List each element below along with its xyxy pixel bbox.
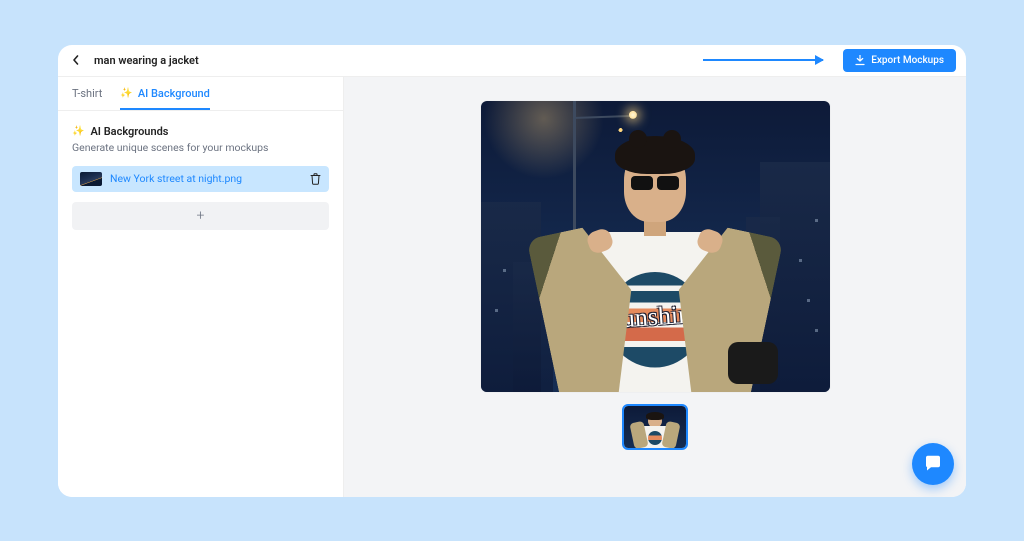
sparkles-icon: ✨ [120, 88, 132, 99]
sidebar: T-shirt ✨ AI Background ✨ AI Backgrounds… [58, 77, 344, 497]
export-mockups-button[interactable]: Export Mockups [843, 49, 956, 72]
ai-backgrounds-panel: ✨ AI Backgrounds Generate unique scenes … [58, 111, 343, 244]
export-label: Export Mockups [871, 55, 944, 66]
app-window: man wearing a jacket Export Mockups T-sh… [58, 45, 966, 497]
mockup-thumbnail[interactable] [624, 406, 686, 448]
chat-fab-button[interactable] [912, 443, 954, 485]
background-file-item[interactable]: New York street at night.png [72, 166, 329, 192]
app-body: T-shirt ✨ AI Background ✨ AI Backgrounds… [58, 77, 966, 497]
mockup-preview[interactable]: Sunshine [481, 101, 830, 392]
download-icon [855, 55, 865, 66]
back-button[interactable] [68, 52, 84, 68]
tab-tshirt[interactable]: T-shirt [72, 87, 102, 110]
file-name-label: New York street at night.png [110, 172, 302, 185]
chat-icon [924, 455, 942, 472]
sparkles-icon: ✨ [72, 126, 84, 137]
person-graphic: Sunshine [525, 136, 785, 392]
plus-icon: + [197, 208, 205, 224]
hint-arrow [703, 59, 823, 61]
panel-description: Generate unique scenes for your mockups [72, 141, 329, 154]
trash-icon [310, 173, 321, 185]
add-background-button[interactable]: + [72, 202, 329, 230]
file-thumbnail [80, 172, 102, 186]
panel-title: ✨ AI Backgrounds [72, 125, 329, 138]
canvas-area: Sunshine [344, 77, 966, 497]
tab-bar: T-shirt ✨ AI Background [58, 77, 343, 111]
page-title: man wearing a jacket [94, 54, 199, 67]
delete-file-button[interactable] [310, 173, 321, 185]
header-bar: man wearing a jacket Export Mockups [58, 45, 966, 77]
chevron-left-icon [71, 55, 81, 65]
tab-ai-background[interactable]: ✨ AI Background [120, 87, 210, 110]
